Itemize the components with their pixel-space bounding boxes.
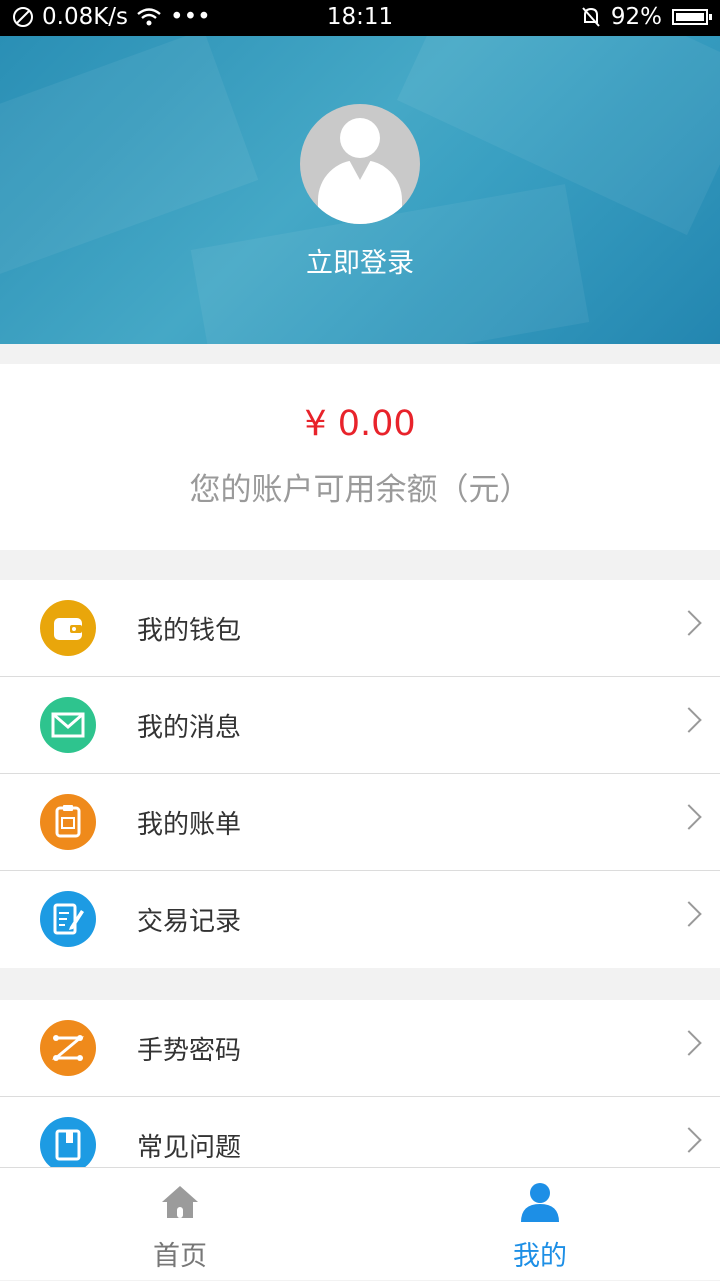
bell-muted-icon (582, 7, 600, 27)
edit-record-icon (40, 891, 96, 947)
menu-group-settings: 手势密码 常见问题 (0, 1000, 720, 1194)
menu-item-wallet[interactable]: 我的钱包 (0, 580, 720, 677)
tab-home[interactable]: 首页 (0, 1168, 360, 1281)
menu-group-account: 我的钱包 我的消息 我的账单 交易记录 (0, 580, 720, 968)
chevron-right-icon (676, 901, 702, 927)
user-icon (521, 1183, 559, 1222)
battery-icon (672, 9, 712, 25)
menu-item-bills[interactable]: 我的账单 (0, 774, 720, 871)
clock: 18:11 (326, 4, 394, 30)
balance-description: 您的账户可用余额（元） (189, 472, 531, 508)
tab-mine[interactable]: 我的 (360, 1168, 720, 1281)
tab-home-label: 首页 (153, 1241, 207, 1272)
menu-item-label: 我的钱包 (137, 616, 242, 646)
gesture-icon (40, 1020, 96, 1076)
avatar[interactable] (300, 104, 420, 224)
menu-item-label: 手势密码 (137, 1036, 242, 1066)
menu-item-messages[interactable]: 我的消息 (0, 677, 720, 774)
chevron-right-icon (676, 610, 702, 636)
login-link[interactable]: 立即登录 (0, 241, 720, 280)
bottom-tab-bar: 首页 我的 (0, 1167, 720, 1280)
chevron-right-icon (676, 1030, 702, 1056)
menu-item-gesture-password[interactable]: 手势密码 (0, 1000, 720, 1097)
status-bar: 0.08K/s ••• 18:11 92% (0, 0, 720, 36)
menu-item-label: 常见问题 (137, 1133, 242, 1163)
chevron-right-icon (676, 707, 702, 733)
mail-icon (40, 697, 96, 753)
menu-item-label: 我的消息 (137, 713, 242, 743)
balance-amount: ¥ 0.00 (304, 404, 416, 444)
tab-mine-label: 我的 (513, 1241, 567, 1272)
chevron-right-icon (676, 1127, 702, 1153)
profile-header: 立即登录 (0, 36, 720, 344)
chevron-right-icon (676, 804, 702, 830)
menu-item-transactions[interactable]: 交易记录 (0, 871, 720, 968)
menu-item-label: 交易记录 (137, 907, 242, 937)
home-icon (162, 1186, 198, 1218)
battery-percent: 92% (610, 4, 662, 30)
menu-item-label: 我的账单 (137, 810, 242, 840)
wallet-icon (40, 600, 96, 656)
book-icon (40, 1117, 96, 1173)
balance-card: ¥ 0.00 您的账户可用余额（元） (0, 364, 720, 550)
clipboard-icon (40, 794, 96, 850)
